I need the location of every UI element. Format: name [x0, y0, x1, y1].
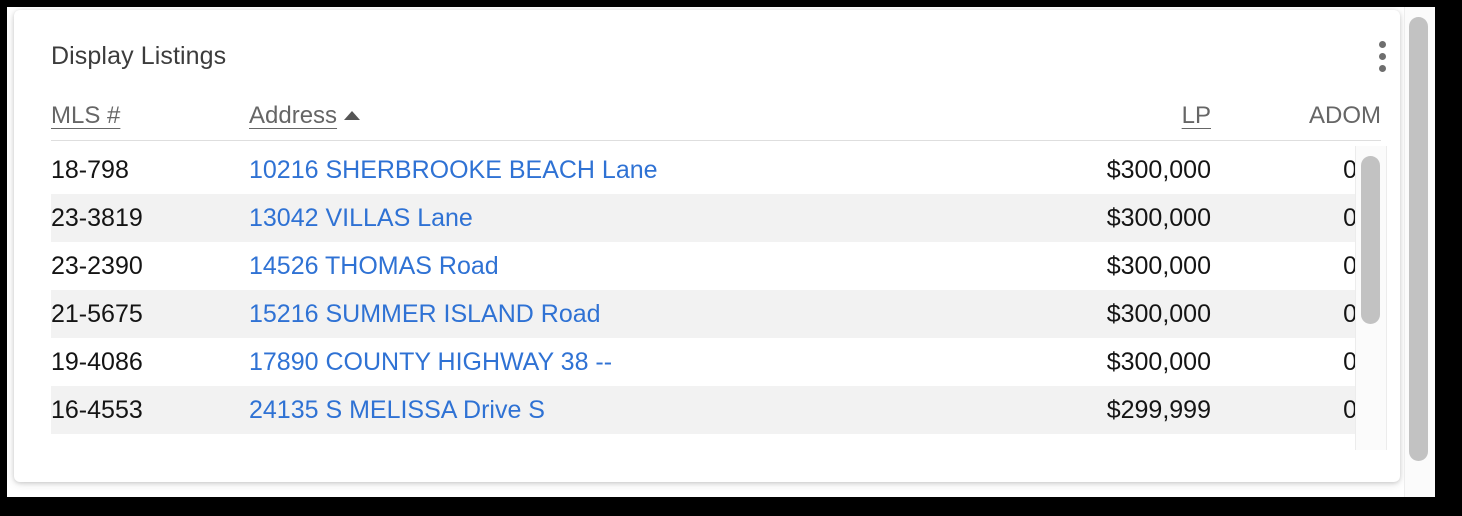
column-header-address[interactable]: Address: [249, 102, 1051, 141]
column-header-adom-label: ADOM: [1309, 102, 1381, 129]
display-listings-panel: Display Listings MLS # Address LP ADOM 1…: [14, 10, 1400, 482]
cell-mls: 19-4086: [51, 338, 249, 386]
kebab-dot-2: [1378, 52, 1386, 60]
kebab-dot-1: [1378, 40, 1386, 48]
cell-adom: 0: [1211, 242, 1357, 290]
address-link[interactable]: 10216 SHERBROOKE BEACH Lane: [249, 156, 658, 184]
cell-address: 13042 VILLAS Lane: [249, 194, 1051, 242]
address-link[interactable]: 17890 COUNTY HIGHWAY 38 --: [249, 348, 612, 376]
cell-lp: $300,000: [1051, 290, 1211, 338]
browser-viewport: Display Listings MLS # Address LP ADOM 1…: [7, 7, 1435, 497]
cell-adom: 0: [1211, 290, 1357, 338]
cell-address: 10216 SHERBROOKE BEACH Lane: [249, 146, 1051, 194]
cell-mls: 23-3819: [51, 194, 249, 242]
listings-table-header-wrap: MLS # Address LP ADOM: [51, 102, 1381, 141]
cell-mls: 18-798: [51, 146, 249, 194]
sort-ascending-icon[interactable]: [344, 111, 361, 120]
listings-table-body: 18-798 10216 SHERBROOKE BEACH Lane $300,…: [51, 146, 1357, 434]
cell-mls: 23-2390: [51, 242, 249, 290]
table-row[interactable]: 21-5675 15216 SUMMER ISLAND Road $300,00…: [51, 290, 1357, 338]
cell-adom: 0: [1211, 338, 1357, 386]
column-header-lp[interactable]: LP: [1051, 102, 1211, 141]
cell-address: 14526 THOMAS Road: [249, 242, 1051, 290]
page-scrollbar-thumb[interactable]: [1409, 17, 1428, 461]
cell-adom: 0: [1211, 194, 1357, 242]
cell-lp: $299,999: [1051, 386, 1211, 434]
listings-scroll-container[interactable]: 18-798 10216 SHERBROOKE BEACH Lane $300,…: [51, 146, 1381, 450]
kebab-dot-3: [1378, 64, 1386, 72]
table-row[interactable]: 18-798 10216 SHERBROOKE BEACH Lane $300,…: [51, 146, 1357, 194]
cell-adom: 0: [1211, 146, 1357, 194]
table-scrollbar-thumb[interactable]: [1361, 156, 1380, 324]
column-header-mls-label[interactable]: MLS #: [51, 102, 120, 129]
table-row[interactable]: 19-4086 17890 COUNTY HIGHWAY 38 -- $300,…: [51, 338, 1357, 386]
column-header-lp-label[interactable]: LP: [1182, 102, 1211, 129]
column-header-mls[interactable]: MLS #: [51, 102, 249, 141]
table-row[interactable]: 16-4553 24135 S MELISSA Drive S $299,999…: [51, 386, 1357, 434]
address-link[interactable]: 15216 SUMMER ISLAND Road: [249, 300, 601, 328]
cell-adom: 0: [1211, 386, 1357, 434]
cell-lp: $300,000: [1051, 146, 1211, 194]
column-header-adom: ADOM: [1211, 102, 1381, 141]
cell-lp: $300,000: [1051, 194, 1211, 242]
cell-mls: 21-5675: [51, 290, 249, 338]
page-title: Display Listings: [51, 42, 227, 70]
cell-address: 17890 COUNTY HIGHWAY 38 --: [249, 338, 1051, 386]
address-link[interactable]: 24135 S MELISSA Drive S: [249, 396, 545, 424]
cell-lp: $300,000: [1051, 338, 1211, 386]
cell-address: 24135 S MELISSA Drive S: [249, 386, 1051, 434]
table-header-row: MLS # Address LP ADOM: [51, 102, 1381, 141]
column-header-address-label[interactable]: Address: [249, 102, 337, 129]
table-row[interactable]: 23-3819 13042 VILLAS Lane $300,000 0: [51, 194, 1357, 242]
listings-table-header: MLS # Address LP ADOM: [51, 102, 1381, 141]
address-link[interactable]: 14526 THOMAS Road: [249, 252, 499, 280]
kebab-menu-icon[interactable]: [1366, 36, 1398, 76]
cell-address: 15216 SUMMER ISLAND Road: [249, 290, 1051, 338]
cell-lp: $300,000: [1051, 242, 1211, 290]
table-row[interactable]: 23-2390 14526 THOMAS Road $300,000 0: [51, 242, 1357, 290]
cell-mls: 16-4553: [51, 386, 249, 434]
address-link[interactable]: 13042 VILLAS Lane: [249, 204, 473, 232]
